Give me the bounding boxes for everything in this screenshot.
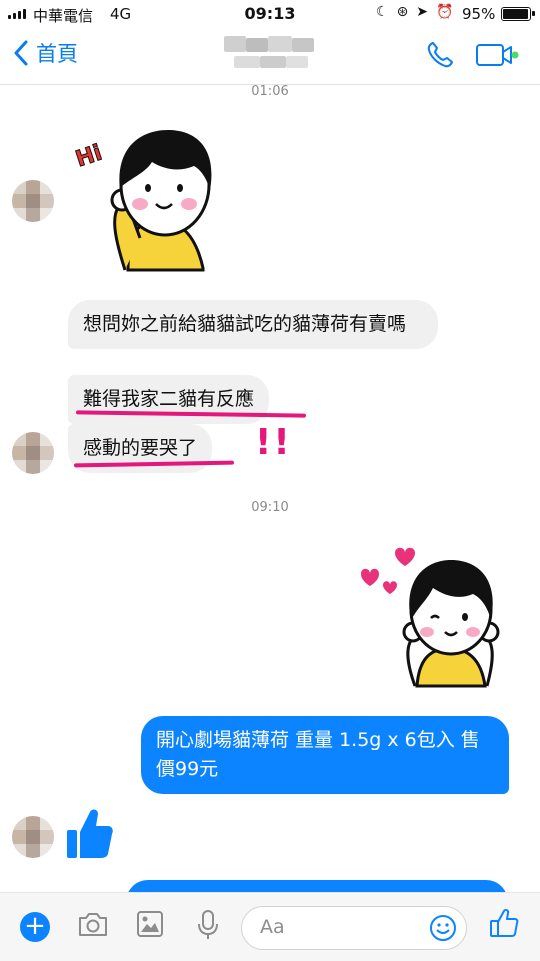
location-icon: ➤ [416, 4, 437, 20]
image-icon[interactable] [135, 909, 165, 939]
phone-icon[interactable] [425, 40, 455, 70]
rotation-lock-icon: ⊛ [396, 4, 417, 20]
video-call-icon[interactable] [475, 42, 519, 68]
thumbs-up-icon[interactable] [488, 907, 520, 939]
timestamp: 09:10 [251, 500, 289, 515]
exclamation-annotation: !! [255, 422, 292, 463]
avatar[interactable] [12, 432, 54, 474]
chevron-left-icon [14, 40, 28, 66]
incoming-message[interactable]: 想問妳之前給貓貓試吃的貓薄荷有賣嗎 [68, 300, 438, 349]
contact-name-blurred[interactable] [220, 34, 320, 74]
mic-icon[interactable] [195, 909, 221, 941]
conversation-header: 首頁 [0, 28, 540, 85]
battery-icon [501, 7, 535, 21]
avatar[interactable] [12, 180, 54, 222]
message-input[interactable]: Aa [241, 906, 467, 950]
moon-icon: ☾ [376, 4, 397, 20]
thumbs-up-icon[interactable] [64, 806, 114, 860]
avatar[interactable] [12, 816, 54, 858]
love-girl-sticker[interactable] [355, 540, 510, 690]
status-bar: 中華電信 4G 09:13 ☾⊛➤⏰ 95% [0, 0, 540, 28]
composer-bar: + Aa [0, 892, 540, 961]
timestamp: 01:06 [251, 84, 289, 99]
girl-hearts-sticker [361, 547, 500, 688]
message-placeholder: Aa [260, 916, 285, 938]
alarm-icon: ⏰ [436, 4, 462, 20]
battery-percent: 95% [462, 5, 496, 23]
hi-girl-sticker[interactable]: Hi [70, 120, 230, 280]
add-icon[interactable]: + [20, 912, 50, 942]
back-button[interactable]: 首頁 [14, 38, 78, 68]
outgoing-message[interactable]: 開心劇場貓薄荷 重量 1.5g x 6包入 售價99元 [141, 716, 509, 794]
emoji-icon[interactable] [428, 913, 458, 943]
status-icons: ☾⊛➤⏰ [376, 4, 461, 20]
back-label: 首頁 [36, 42, 78, 66]
camera-icon[interactable] [77, 909, 109, 939]
